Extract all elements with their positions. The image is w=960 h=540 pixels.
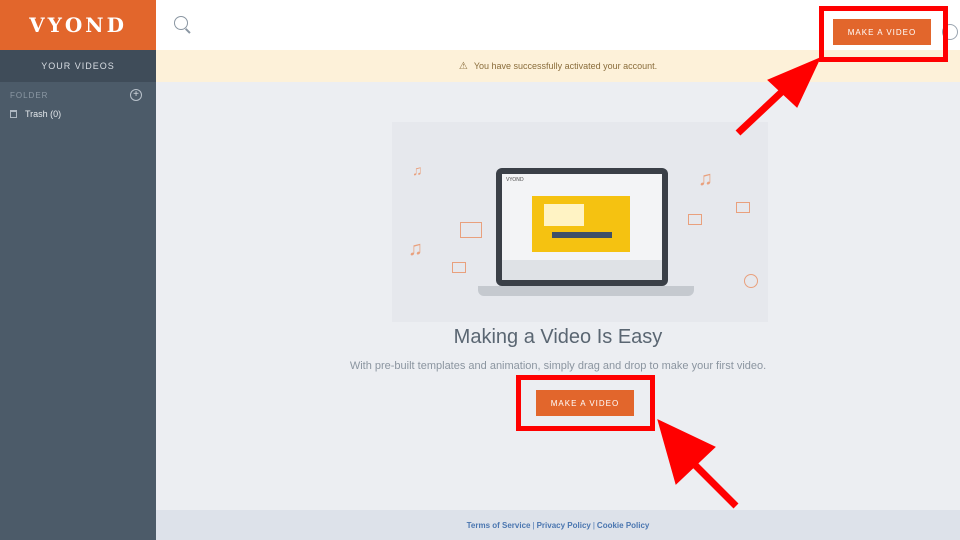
scene-preview xyxy=(532,196,630,252)
music-note-icon: ♫ xyxy=(408,238,423,260)
folder-row: FOLDER + xyxy=(0,84,156,106)
chart-icon xyxy=(744,274,758,288)
cookie-link[interactable]: Cookie Policy xyxy=(597,521,649,530)
highlight-box-main xyxy=(516,375,655,431)
footer-separator: | xyxy=(532,520,535,530)
scene-table xyxy=(552,232,612,238)
laptop-base xyxy=(478,286,694,296)
add-folder-icon[interactable]: + xyxy=(130,89,142,101)
sidebar-item-label: Trash (0) xyxy=(25,109,62,119)
laptop-screen-content: VYOND xyxy=(502,174,662,280)
scene-board xyxy=(544,204,584,226)
folder-label: FOLDER xyxy=(10,90,49,100)
main-content: ♫ ♫ ♫ VYOND Making a Video Is Easy With … xyxy=(156,82,960,510)
timeline-strip xyxy=(502,260,662,280)
footer: Terms of Service | Privacy Policy | Cook… xyxy=(156,510,960,540)
trash-icon xyxy=(10,110,17,118)
highlight-box-top xyxy=(819,6,948,62)
footer-separator: | xyxy=(592,520,595,530)
sidebar: VYOND YOUR VIDEOS FOLDER + Trash (0) xyxy=(0,0,156,540)
music-note-icon: ♫ xyxy=(412,162,423,178)
film-icon xyxy=(460,222,482,238)
empty-state-subtext: With pre-built templates and animation, … xyxy=(349,360,767,372)
laptop-illustration: VYOND xyxy=(496,168,668,286)
your-videos-header[interactable]: YOUR VIDEOS xyxy=(0,50,156,82)
image-icon xyxy=(736,202,750,213)
logo-bar[interactable]: VYOND xyxy=(0,0,156,50)
laptop-logo: VYOND xyxy=(506,177,524,183)
warning-icon: ⚠ xyxy=(458,60,468,72)
empty-state-headline: Making a Video Is Easy xyxy=(453,326,663,348)
image-icon xyxy=(452,262,466,273)
film-icon xyxy=(688,214,702,225)
search-icon[interactable] xyxy=(174,16,188,30)
notice-text: You have successfully activated your acc… xyxy=(473,61,658,71)
music-note-icon: ♫ xyxy=(698,168,713,190)
sidebar-item-trash[interactable]: Trash (0) xyxy=(0,106,156,122)
privacy-link[interactable]: Privacy Policy xyxy=(537,521,591,530)
vyond-logo[interactable]: VYOND xyxy=(29,13,127,37)
terms-link[interactable]: Terms of Service xyxy=(467,521,531,530)
